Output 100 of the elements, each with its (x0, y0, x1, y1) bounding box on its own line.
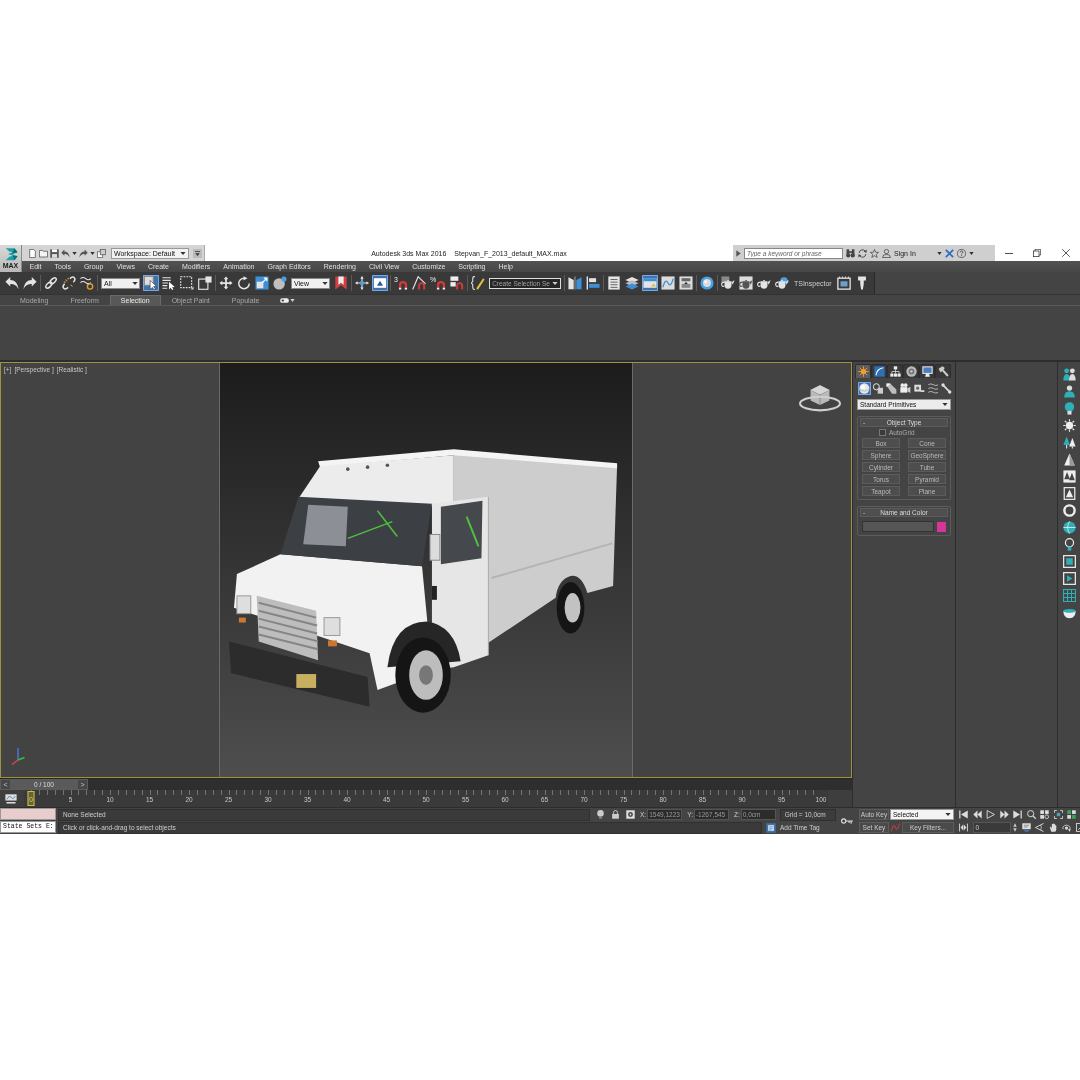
teapot-cloud-icon[interactable] (773, 275, 790, 291)
sphere-icon[interactable] (272, 275, 288, 291)
panel-tab[interactable] (935, 364, 951, 378)
script-listener-field[interactable] (0, 808, 56, 820)
diagram-icon[interactable] (677, 275, 694, 291)
skip-end-icon[interactable] (1013, 810, 1022, 819)
tape-measure-icon[interactable] (912, 382, 926, 395)
bone-icon[interactable] (940, 382, 954, 395)
dashed-rectangle-icon[interactable] (179, 275, 195, 291)
new-file-icon[interactable] (28, 248, 37, 258)
mirror-icon[interactable] (566, 275, 583, 291)
spinner-magnet-icon[interactable] (449, 275, 466, 291)
pencil-icon[interactable] (470, 275, 487, 291)
grid-icon[interactable] (1062, 589, 1076, 602)
panel-tab[interactable] (919, 364, 935, 378)
list-cursor-icon[interactable] (161, 275, 177, 291)
panel-tab[interactable] (855, 364, 871, 378)
key-mode-icon[interactable] (959, 823, 968, 832)
move-icon[interactable] (218, 275, 234, 291)
orbit-arrow-icon[interactable] (1062, 823, 1071, 832)
broken-chain-icon[interactable] (61, 275, 77, 291)
crosshair-icon[interactable] (354, 275, 370, 291)
caret-icon[interactable] (72, 251, 77, 255)
bulb-outline-icon[interactable] (1062, 538, 1076, 551)
menu-caret-icon[interactable] (193, 248, 202, 258)
ring-icon[interactable] (1062, 504, 1076, 517)
sun-icon[interactable] (1062, 419, 1076, 432)
material-sphere-icon[interactable] (698, 275, 715, 291)
panel-tab[interactable] (903, 364, 919, 378)
minimize-icon[interactable] (1005, 252, 1014, 254)
undo-icon[interactable] (4, 275, 20, 291)
globe-icon[interactable] (1062, 521, 1076, 534)
sync-arrows-icon[interactable] (858, 248, 867, 258)
wave-link-icon[interactable] (79, 275, 95, 291)
skip-start-icon[interactable] (959, 810, 968, 819)
toggle-icon[interactable] (280, 297, 290, 304)
binoculars-icon[interactable] (846, 248, 855, 258)
lock-icon[interactable] (611, 810, 620, 819)
next-frame-icon[interactable] (999, 810, 1009, 819)
angle-magnet-icon[interactable] (410, 275, 427, 291)
camera-icon[interactable] (899, 382, 912, 395)
people-icon[interactable] (1062, 368, 1076, 381)
curve-graph-icon[interactable] (659, 275, 676, 291)
panel-tab[interactable] (871, 364, 887, 378)
panel-tab[interactable] (887, 364, 903, 378)
triangle-box-icon[interactable] (372, 275, 388, 291)
shapes-icon[interactable] (871, 382, 885, 395)
checkbox[interactable] (879, 429, 886, 436)
spotlight-icon[interactable] (885, 382, 899, 395)
tree-card-icon[interactable] (1062, 470, 1076, 483)
align-icon[interactable] (584, 275, 601, 291)
person-icon[interactable] (1062, 385, 1076, 398)
teapot-frame-icon[interactable] (737, 275, 754, 291)
bowl-icon[interactable] (1062, 606, 1076, 619)
key-icon[interactable] (840, 818, 853, 824)
four-squares-icon[interactable] (1067, 810, 1076, 819)
nav-cube-icon[interactable] (799, 383, 841, 412)
color-swatch[interactable] (937, 521, 946, 532)
lightbulb-icon[interactable] (1062, 402, 1076, 415)
redo-icon[interactable] (79, 248, 88, 258)
star-icon[interactable] (870, 248, 879, 258)
open-folder-icon[interactable] (39, 248, 48, 258)
zoom-all-icon[interactable] (1040, 810, 1049, 819)
bookmark-icon[interactable] (333, 275, 349, 291)
rotate-icon[interactable] (236, 275, 252, 291)
trees-icon[interactable] (1062, 436, 1076, 449)
play-icon[interactable] (986, 810, 995, 819)
stacked-pages-icon[interactable] (97, 248, 106, 258)
zoom-extents-icon[interactable] (1053, 810, 1063, 819)
undo-icon[interactable] (61, 248, 70, 258)
previous-frame-icon[interactable] (972, 810, 982, 819)
save-icon[interactable] (50, 248, 59, 258)
caret-icon[interactable] (90, 251, 95, 255)
screen-icon[interactable] (1021, 823, 1031, 832)
cone-icon[interactable] (1062, 453, 1076, 466)
arrow-cursor-icon[interactable] (143, 275, 159, 291)
zoom-icon[interactable] (1026, 810, 1036, 819)
list-icon[interactable] (605, 275, 622, 291)
caret-icon[interactable] (936, 251, 942, 255)
lightbulb-icon[interactable] (596, 810, 605, 819)
name-field[interactable] (862, 521, 934, 532)
waves-icon[interactable] (926, 382, 940, 395)
window-icon[interactable] (835, 275, 852, 291)
caret-icon[interactable] (290, 299, 296, 302)
close-icon[interactable] (1061, 249, 1070, 257)
note-icon[interactable] (766, 822, 776, 833)
triangle-icon[interactable] (736, 249, 741, 257)
framed-tree-icon[interactable] (1062, 487, 1076, 500)
spinner-arrows-icon[interactable] (1012, 823, 1017, 832)
sphere-icon[interactable] (858, 382, 871, 395)
chain-link-icon[interactable] (43, 275, 59, 291)
caret-icon[interactable] (968, 251, 974, 255)
pan-hand-icon[interactable] (1048, 823, 1058, 832)
teapot-icon[interactable] (719, 275, 736, 291)
square-icon[interactable] (1062, 555, 1076, 568)
overlapping-squares-icon[interactable] (197, 275, 213, 291)
curve-editor-icon[interactable] (5, 793, 17, 804)
layers-icon[interactable] (623, 275, 640, 291)
play-panel-icon[interactable] (1062, 572, 1076, 585)
app-window-icon[interactable] (641, 275, 658, 291)
